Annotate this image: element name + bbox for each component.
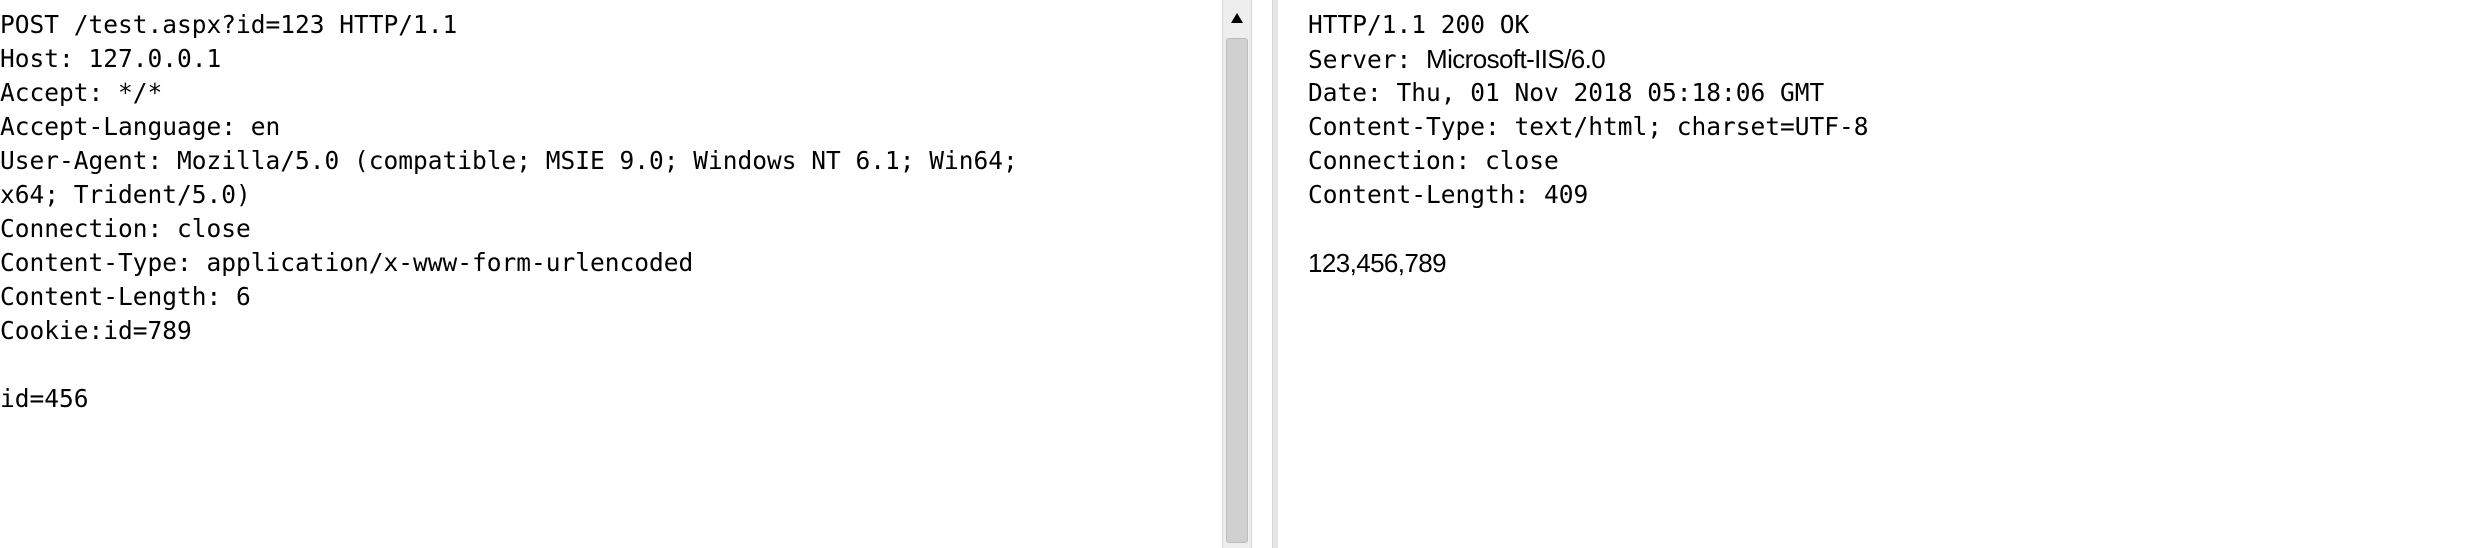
request-header-host: Host: 127.0.0.1 xyxy=(0,44,222,73)
request-scrollbar[interactable] xyxy=(1222,0,1252,548)
response-header-content-length: Content-Length: 409 xyxy=(1308,180,1589,209)
request-body: id=456 xyxy=(0,384,89,413)
server-header-value: Microsoft-IIS/6.0 xyxy=(1426,44,1606,74)
request-header-user-agent-continued: x64; Trident/5.0) xyxy=(0,180,251,209)
scroll-up-button[interactable] xyxy=(1223,0,1251,36)
request-line: POST /test.aspx?id=123 HTTP/1.1 xyxy=(0,10,458,39)
response-text[interactable]: HTTP/1.1 200 OK Server: Microsoft-IIS/6.… xyxy=(1308,8,2490,280)
request-header-cookie: Cookie:id=789 xyxy=(0,316,192,345)
request-header-content-length: Content-Length: 6 xyxy=(0,282,251,311)
triangle-up-icon xyxy=(1231,13,1243,23)
response-body: 123,456,789 xyxy=(1308,248,1447,278)
response-pane[interactable]: HTTP/1.1 200 OK Server: Microsoft-IIS/6.… xyxy=(1280,0,2490,548)
request-header-accept-language: Accept-Language: en xyxy=(0,112,281,141)
request-header-user-agent: User-Agent: Mozilla/5.0 (compatible; MSI… xyxy=(0,146,1018,175)
response-header-connection: Connection: close xyxy=(1308,146,1559,175)
response-status-line: HTTP/1.1 200 OK xyxy=(1308,10,1530,39)
splitter-handle[interactable] xyxy=(1272,0,1278,548)
request-text[interactable]: POST /test.aspx?id=123 HTTP/1.1 Host: 12… xyxy=(0,8,1222,416)
response-header-server: Server: Microsoft-IIS/6.0 xyxy=(1308,42,2490,76)
server-header-label: Server: xyxy=(1308,45,1427,74)
request-header-connection: Connection: close xyxy=(0,214,251,243)
request-pane[interactable]: POST /test.aspx?id=123 HTTP/1.1 Host: 12… xyxy=(0,0,1222,548)
response-header-date: Date: Thu, 01 Nov 2018 05:18:06 GMT xyxy=(1308,78,1825,107)
response-blank-line xyxy=(1308,212,2490,246)
request-blank-line xyxy=(0,348,1222,382)
response-header-content-type: Content-Type: text/html; charset=UTF-8 xyxy=(1308,112,1869,141)
pane-splitter[interactable] xyxy=(1252,0,1280,548)
request-header-content-type: Content-Type: application/x-www-form-url… xyxy=(0,248,694,277)
scroll-thumb[interactable] xyxy=(1226,38,1248,543)
request-header-accept: Accept: */* xyxy=(0,78,163,107)
